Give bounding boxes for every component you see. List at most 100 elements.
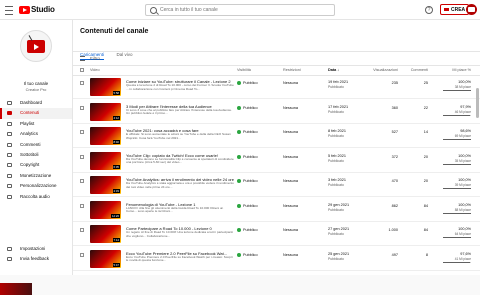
visibility-status[interactable]: Pubblico — [237, 179, 258, 183]
row-checkbox[interactable] — [80, 154, 84, 159]
sidebar-item-label: Impostazioni — [20, 246, 46, 251]
video-thumbnail[interactable]: 12:20 — [90, 200, 121, 219]
visibility-status[interactable]: Pubblico — [237, 105, 258, 110]
video-description: Questa è la lezione 2 di Road To 10.000 … — [126, 84, 234, 91]
column-header-likes[interactable]: Mi piace % — [438, 68, 471, 72]
visibility-status[interactable]: Pubblico — [237, 203, 258, 208]
visibility-status[interactable]: Pubblico — [237, 81, 258, 85]
likes-percent: 100,0% — [458, 178, 471, 182]
row-checkbox[interactable] — [80, 81, 84, 85]
filter-label: Filtro — [90, 56, 100, 61]
subtitles-icon — [7, 152, 12, 157]
video-duration: 5:58 — [112, 91, 120, 95]
sidebar-item-commenti[interactable]: Commenti — [0, 140, 72, 150]
search-input[interactable] — [160, 5, 330, 15]
search-box[interactable] — [145, 4, 335, 16]
table-row[interactable]: 7:14 Come Partecipare a Road To 10.000 - … — [73, 223, 480, 246]
row-checkbox[interactable] — [80, 203, 84, 208]
column-header-visibility[interactable]: Visibilità — [237, 68, 251, 72]
select-all-checkbox[interactable] — [80, 68, 84, 72]
likes-bar-fill — [443, 90, 471, 91]
sidebar-item-analytics[interactable]: Analytics — [0, 129, 72, 139]
table-row[interactable]: 8:40 YouTube 2021: cosa accadrà e cosa fa… — [73, 125, 480, 148]
analytics-icon — [7, 132, 12, 137]
video-thumbnail[interactable]: 8:40 — [90, 127, 121, 145]
video-thumbnail[interactable]: 4:12 — [90, 102, 121, 121]
sidebar-item-impostazioni[interactable]: Impostazioni — [0, 244, 72, 254]
column-header-restrictions[interactable]: Restrizioni — [283, 68, 301, 72]
video-thumbnail[interactable]: 6:05 — [90, 151, 121, 170]
channel-avatar[interactable] — [20, 30, 52, 62]
sidebar-item-feedback[interactable]: Invia feedback — [0, 254, 72, 264]
sidebar-item-label: Invia feedback — [20, 256, 50, 262]
brush-icon — [7, 184, 12, 189]
views-count: 527 — [391, 130, 398, 134]
video-thumbnail[interactable]: 5:47 — [90, 249, 121, 268]
sidebar-item-label: Analytics — [20, 131, 39, 137]
video-thumbnail[interactable]: 7:14 — [90, 225, 121, 243]
likes-count: 46 Mi piace — [454, 109, 471, 114]
visibility-status[interactable]: Pubblico — [237, 130, 258, 134]
visibility-status[interactable]: Pubblico — [237, 252, 258, 257]
likes-bar-fill — [443, 237, 471, 238]
column-header-comments[interactable]: Commenti — [398, 68, 428, 72]
likes-bar-fill — [443, 114, 471, 116]
sidebar-item-playlist[interactable]: Playlist — [0, 119, 72, 129]
video-thumbnail[interactable]: 4:33 — [90, 176, 121, 194]
visibility-status[interactable]: Pubblico — [237, 154, 258, 159]
table-row[interactable]: 6:05 YouTube Clip: copiato da Twitch! Ecc… — [73, 150, 480, 173]
sidebar-item-copyright[interactable]: Copyright — [0, 160, 72, 170]
sidebar-item-monetizzazione[interactable]: Monetizzazione — [0, 171, 72, 181]
channel-name: Il tuo canale — [23, 81, 49, 86]
public-icon — [237, 81, 241, 85]
video-duration: 7:14 — [112, 238, 120, 242]
scrollbar[interactable] — [476, 88, 479, 118]
table-row[interactable]: 12:20 Fenomenologia di YouTube - Lezione … — [73, 199, 480, 222]
sidebar-item-dashboard[interactable]: Dashboard — [0, 98, 72, 108]
visibility-label: Pubblico — [243, 81, 258, 85]
account-avatar[interactable] — [466, 4, 477, 15]
table-row[interactable]: 5:58 Come iniziare su YouTube: strutturar… — [73, 76, 480, 99]
column-header-date[interactable]: Data ↓ — [328, 68, 339, 72]
views-count: 372 — [391, 154, 398, 159]
likes-percent: 100,0% — [458, 80, 471, 84]
menu-icon[interactable] — [5, 6, 13, 15]
sidebar-item-contenuti[interactable]: Contenuti — [0, 108, 72, 120]
sidebar-item-label: Contenuti — [20, 110, 40, 116]
row-checkbox[interactable] — [80, 130, 84, 134]
create-button[interactable]: CREA — [440, 4, 470, 15]
publish-status: Pubblicato — [328, 134, 344, 138]
restrictions-value: Nessuna — [283, 203, 298, 208]
filter-bar[interactable]: Filtro — [80, 56, 100, 62]
row-checkbox[interactable] — [80, 179, 84, 183]
filter-icon — [80, 56, 85, 62]
table-row[interactable]: 5:47 Ecco YouTube Premiere 2.0 PeerFile s… — [73, 248, 480, 271]
video-duration: 4:33 — [112, 189, 120, 193]
likes-count: 39 Mi piace — [454, 183, 471, 187]
row-checkbox[interactable] — [80, 252, 84, 257]
visibility-status[interactable]: Pubblico — [237, 228, 258, 232]
sidebar-item-sottotitoli[interactable]: Sottotitoli — [0, 150, 72, 160]
youtube-logo-icon[interactable] — [19, 6, 30, 14]
row-checkbox[interactable] — [80, 105, 84, 110]
likes-bar — [443, 261, 471, 263]
publish-status: Pubblicato — [328, 109, 344, 114]
video-duration: 12:20 — [111, 213, 120, 218]
video-description: Un regalo: Al fine di Road To 10.000! Un… — [126, 231, 233, 238]
column-header-views[interactable]: Visualizzazioni — [363, 68, 398, 72]
likes-bar — [443, 139, 471, 140]
sidebar-item-personalizzazione[interactable]: Personalizzazione — [0, 181, 72, 191]
help-icon[interactable]: ? — [425, 6, 433, 14]
likes-percent: 97,6% — [460, 251, 471, 256]
sidebar-item-label: Playlist — [20, 120, 35, 126]
page-title: Contenuti del canale — [80, 28, 149, 35]
tab-dal-vivo[interactable]: Dal vivo — [116, 52, 132, 59]
table-row[interactable]: 4:33 YouTube Analytics: arriva il rendime… — [73, 174, 480, 197]
comments-count: 20 — [423, 179, 428, 183]
row-checkbox[interactable] — [80, 228, 84, 232]
comments-count: 22 — [423, 105, 428, 110]
sidebar-item-raccolta-audio[interactable]: Raccolta audio — [0, 192, 72, 202]
video-thumbnail[interactable]: 5:58 — [90, 78, 121, 96]
table-row[interactable]: 4:12 3 Modi per Attirare l'Interesse dell… — [73, 101, 480, 124]
restrictions-value: Nessuna — [283, 228, 298, 232]
